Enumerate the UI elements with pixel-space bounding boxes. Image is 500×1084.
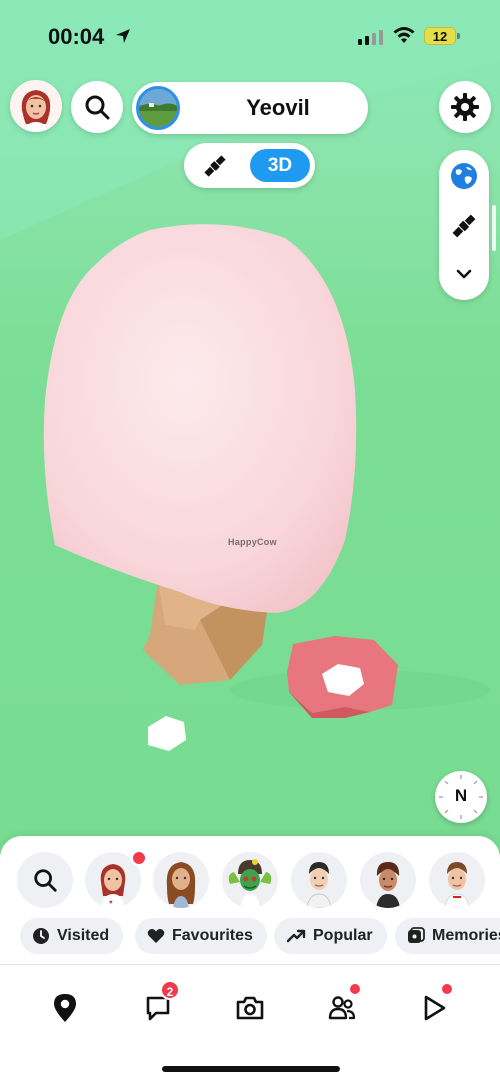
compass-north: N [454, 786, 468, 805]
bottom-sheet: ♥ Visited Favourites Popular Memories 2 [0, 836, 500, 1084]
map-layers-panel [439, 150, 489, 300]
search-button[interactable] [71, 81, 123, 133]
friend-avatar[interactable] [291, 852, 347, 908]
nav-spotlight[interactable] [412, 982, 456, 1030]
watermark-text: HappyCow [228, 537, 277, 547]
nav-map[interactable] [43, 986, 87, 1030]
wifi-icon [393, 27, 415, 43]
location-arrow-icon [116, 29, 130, 43]
friend-unread-dot [131, 850, 147, 866]
satellite-icon [452, 214, 476, 238]
friends-row: ♥ [0, 850, 500, 912]
flower-decoration [287, 636, 398, 718]
nav-friends[interactable] [320, 982, 364, 1030]
compass-button[interactable]: N [435, 771, 487, 823]
profile-avatar-button[interactable] [10, 80, 62, 132]
chip-favourites[interactable]: Favourites [135, 918, 267, 954]
bottom-navigation: 2 [0, 980, 500, 1030]
location-name: Yeovil [246, 95, 310, 120]
settings-gear-icon [451, 93, 479, 121]
svg-text:♥: ♥ [109, 900, 113, 906]
memories-icon [408, 927, 425, 943]
friend-avatar[interactable] [222, 852, 278, 908]
settings-button[interactable] [439, 81, 491, 133]
profile-avatar [10, 80, 62, 132]
globe-icon [451, 163, 477, 189]
toggle-3d-button[interactable]: 3D [250, 149, 310, 182]
chip-popular[interactable]: Popular [274, 918, 387, 954]
location-pill[interactable]: Yeovil [132, 82, 368, 134]
location-thumbnail [136, 86, 180, 130]
layer-expand[interactable] [439, 254, 489, 294]
map-scroll-indicator[interactable] [492, 205, 496, 251]
search-icon [85, 95, 110, 120]
cellular-signal-icon [358, 30, 383, 45]
search-icon [34, 869, 57, 892]
status-bar: 00:04 12 [0, 0, 500, 70]
map-pin-icon [54, 994, 76, 1022]
layer-globe[interactable] [439, 156, 489, 196]
friends-notification-dot [348, 982, 362, 996]
friend-avatar[interactable] [360, 852, 416, 908]
white-rock [148, 716, 186, 751]
sheet-divider [0, 964, 500, 965]
heart-icon [147, 929, 165, 943]
chip-label: Visited [57, 927, 110, 944]
nav-camera[interactable] [228, 986, 272, 1030]
battery-icon: 12 [424, 27, 456, 45]
spotlight-notification-dot [440, 982, 454, 996]
trending-up-icon [286, 929, 306, 943]
friend-search-button[interactable] [17, 852, 73, 908]
chevron-down-icon [456, 269, 472, 279]
status-time: 00:04 [48, 24, 105, 49]
map-view-toggle[interactable]: 3D [184, 143, 315, 188]
home-indicator[interactable] [162, 1066, 340, 1072]
friend-avatar[interactable] [153, 852, 209, 908]
chip-visited[interactable]: Visited [20, 918, 124, 954]
layer-satellite[interactable] [439, 206, 489, 246]
chip-memories[interactable]: Memories [395, 918, 500, 954]
satellite-icon[interactable] [202, 153, 228, 179]
ice-cream-scoop [43, 224, 357, 613]
chat-badge: 2 [160, 980, 180, 1000]
chip-label: Popular [313, 927, 373, 944]
camera-icon [236, 996, 264, 1020]
friend-avatar[interactable] [429, 852, 485, 908]
chip-label: Memories [432, 927, 500, 944]
chip-label: Favourites [172, 927, 253, 944]
battery-tip [457, 33, 460, 39]
battery-level: 12 [432, 29, 448, 44]
friends-icon [328, 996, 356, 1020]
clock-icon [33, 928, 49, 944]
spotlight-icon [424, 995, 446, 1021]
nav-chat[interactable]: 2 [136, 980, 180, 1030]
filter-chips: Visited Favourites Popular Memories [0, 918, 500, 956]
